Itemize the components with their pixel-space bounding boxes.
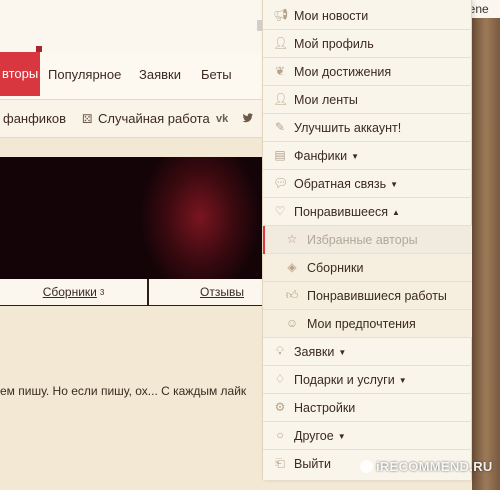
menu-item-my-feeds[interactable]: 👤︎ Мои ленты bbox=[263, 86, 472, 114]
menu-item-label: Мои ленты bbox=[294, 93, 358, 107]
circle-icon: ○ bbox=[276, 428, 284, 442]
layers-icon: ◈ bbox=[287, 260, 297, 274]
menu-item-label: Обратная связь ▼ bbox=[294, 177, 399, 191]
star-icon: ☆ bbox=[286, 232, 298, 246]
menu-item-my-profile[interactable]: 👤︎ Мой профиль bbox=[263, 30, 472, 58]
user-dropdown-menu: 📢︎ Мои новости 👤︎ Мой профиль ❦ Мои дост… bbox=[262, 0, 472, 480]
page-side-decoration bbox=[472, 18, 500, 490]
caret-down-icon: ▼ bbox=[351, 152, 359, 161]
gift-icon: ♢ bbox=[274, 372, 286, 386]
user-icon: 👤︎ bbox=[273, 36, 289, 50]
menu-item-label: Мои предпочтения bbox=[307, 317, 416, 331]
person-feed-icon: 👤︎ bbox=[273, 92, 289, 106]
menu-item-label: Сборники bbox=[307, 261, 364, 275]
upgrade-icon: ✎ bbox=[274, 120, 286, 134]
menu-item-settings[interactable]: ⚙︎ Настройки bbox=[263, 394, 472, 422]
menu-item-label: Понравившееся ▲ bbox=[294, 205, 400, 219]
caret-down-icon: ▼ bbox=[337, 432, 346, 441]
menu-item-my-news[interactable]: 📢︎ Мои новости bbox=[263, 2, 472, 30]
nav-item-popular[interactable]: Популярное bbox=[48, 52, 121, 98]
menu-item-label: Заявки ▼ bbox=[294, 345, 347, 359]
caret-down-icon: ▼ bbox=[338, 348, 347, 357]
watermark: iRECOMMEND.RU bbox=[360, 459, 493, 474]
books-icon: ▤ bbox=[274, 148, 286, 162]
menu-item-liked-works[interactable]: 👍︎ Понравившиеся работы bbox=[263, 282, 472, 310]
menu-item-label: Другое ▼ bbox=[294, 429, 346, 443]
menu-item-favorite-authors[interactable]: ☆ Избранные авторы bbox=[263, 226, 472, 254]
menu-item-preferences[interactable]: ☺ Мои предпочтения bbox=[263, 310, 472, 338]
caret-up-icon: ▲ bbox=[391, 208, 400, 217]
nav-item-betas[interactable]: Беты bbox=[201, 52, 232, 98]
menu-item-label: Понравившиеся работы bbox=[307, 289, 447, 303]
profile-description: ем пишу. Но если пишу, ох... С каждым ла… bbox=[0, 384, 247, 398]
menu-item-label: Улучшить аккаунт! bbox=[294, 121, 402, 135]
menu-item-requests[interactable]: 💡︎ Заявки ▼ bbox=[263, 338, 472, 366]
dice-icon: ⚄ bbox=[82, 112, 93, 126]
logout-icon: ⎗ bbox=[275, 456, 285, 470]
menu-item-upgrade[interactable]: ✎ Улучшить аккаунт! bbox=[263, 114, 472, 142]
caret-down-icon: ▼ bbox=[390, 180, 399, 189]
menu-item-other[interactable]: ○ Другое ▼ bbox=[263, 422, 472, 450]
nav-item-authors[interactable]: вторы bbox=[0, 46, 42, 96]
megaphone-icon: 📢︎ bbox=[273, 8, 289, 22]
laurel-icon: ❦ bbox=[274, 64, 286, 78]
menu-item-gifts[interactable]: ♢ Подарки и услуги ▼ bbox=[263, 366, 472, 394]
menu-item-feedback[interactable]: 💬︎ Обратная связь ▼ bbox=[263, 170, 472, 198]
menu-item-achievements[interactable]: ❦ Мои достижения bbox=[263, 58, 472, 86]
menu-item-label: Подарки и услуги ▼ bbox=[294, 373, 407, 387]
subnav-fanfics[interactable]: фанфиков bbox=[3, 100, 66, 138]
tab-collections-label: Сборники bbox=[42, 285, 97, 299]
heart-icon: ♡ bbox=[274, 204, 286, 218]
menu-item-fanfics[interactable]: ▤ Фанфики ▼ bbox=[263, 142, 472, 170]
menu-item-label: Избранные авторы bbox=[307, 233, 418, 247]
twitter-icon[interactable] bbox=[242, 112, 254, 127]
menu-item-label: Мои достижения bbox=[294, 65, 392, 79]
menu-item-label: Выйти bbox=[294, 457, 332, 471]
menu-item-collections[interactable]: ◈ Сборники bbox=[263, 254, 472, 282]
lightbulb-icon: 💡︎ bbox=[275, 344, 285, 358]
tab-collections-count: 3 bbox=[99, 288, 105, 297]
caret-down-icon: ▼ bbox=[398, 376, 407, 385]
menu-item-label: Мои новости bbox=[294, 9, 369, 23]
menu-item-label: Мой профиль bbox=[294, 37, 374, 51]
masks-icon: ☺ bbox=[285, 316, 299, 330]
thumbs-up-icon: 👍︎ bbox=[285, 288, 299, 302]
tab-collections[interactable]: Сборники 3 bbox=[0, 279, 147, 306]
vk-icon[interactable]: vk bbox=[216, 112, 228, 126]
watermark-logo-icon bbox=[360, 460, 373, 473]
menu-item-liked[interactable]: ♡ Понравившееся ▲ bbox=[263, 198, 472, 226]
gear-icon: ⚙︎ bbox=[274, 400, 286, 414]
menu-item-label: Настройки bbox=[294, 401, 356, 415]
subnav-random-work[interactable]: Случайная работа bbox=[98, 100, 210, 138]
nav-item-requests[interactable]: Заявки bbox=[139, 52, 181, 98]
chat-icon: 💬︎ bbox=[273, 176, 289, 190]
menu-item-label: Фанфики ▼ bbox=[294, 149, 359, 163]
